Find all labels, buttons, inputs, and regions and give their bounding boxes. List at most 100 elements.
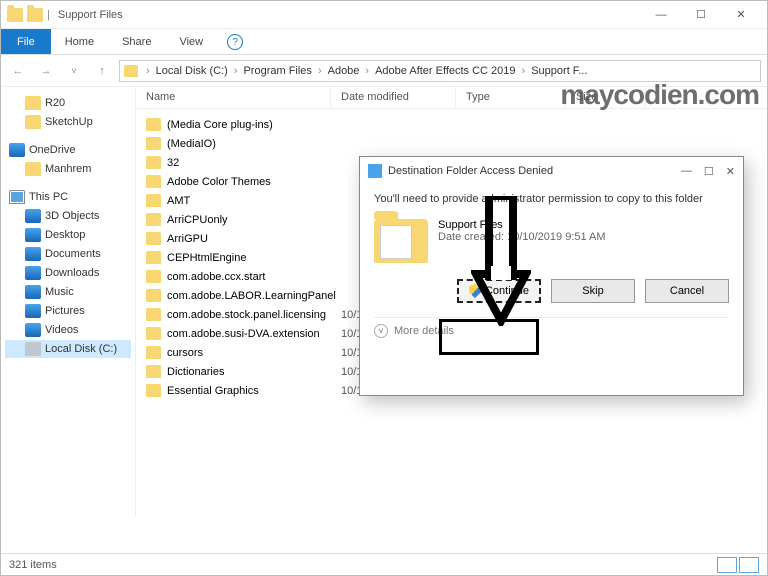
tree-label: Videos xyxy=(45,324,78,336)
tab-file[interactable]: File xyxy=(1,29,51,54)
back-button[interactable]: ← xyxy=(7,60,29,82)
more-details-toggle[interactable]: ˅ More details xyxy=(374,317,729,344)
file-name: 32 xyxy=(167,157,179,169)
chevron-right-icon: › xyxy=(232,65,240,77)
recent-dropdown[interactable]: ˅ xyxy=(63,60,85,82)
col-name[interactable]: Name xyxy=(136,87,331,108)
navigation-tree[interactable]: R20 SketchUp OneDrive Manhrem This PC 3D… xyxy=(1,87,136,517)
tree-item-videos[interactable]: Videos xyxy=(5,321,131,339)
breadcrumb[interactable]: Program Files xyxy=(241,65,313,77)
up-button[interactable]: ↑ xyxy=(91,60,113,82)
folder-icon xyxy=(146,175,161,188)
titlebar: | Support Files — ☐ ✕ xyxy=(1,1,767,29)
tree-label: OneDrive xyxy=(29,144,75,156)
tree-item-manhrem[interactable]: Manhrem xyxy=(5,160,131,178)
tree-item-downloads[interactable]: Downloads xyxy=(5,264,131,282)
file-name: com.adobe.ccx.start xyxy=(167,271,265,283)
tree-item-sketchup[interactable]: SketchUp xyxy=(5,113,131,131)
tab-share[interactable]: Share xyxy=(108,29,165,54)
folder-icon xyxy=(124,65,138,77)
help-icon[interactable]: ? xyxy=(227,34,243,50)
tree-label: Desktop xyxy=(45,229,85,241)
file-name: (Media Core plug-ins) xyxy=(167,119,273,131)
watermark: maycodien.com xyxy=(560,79,759,111)
tree-item-localdisk[interactable]: Local Disk (C:) xyxy=(5,340,131,358)
folder-icon xyxy=(146,194,161,207)
breadcrumb[interactable]: Adobe After Effects CC 2019 xyxy=(373,65,517,77)
minimize-button[interactable]: — xyxy=(641,2,681,28)
breadcrumb[interactable]: Support F... xyxy=(529,65,589,77)
skip-button[interactable]: Skip xyxy=(551,279,635,303)
dialog-folder-name: Support Files xyxy=(438,219,606,231)
icons-view-button[interactable] xyxy=(739,557,759,573)
folder-icon xyxy=(146,232,161,245)
tree-item-onedrive[interactable]: OneDrive xyxy=(5,141,131,159)
file-name: (MediaIO) xyxy=(167,138,216,150)
table-row[interactable]: (MediaIO) xyxy=(136,134,767,153)
continue-button[interactable]: Continue xyxy=(457,279,541,303)
dialog-close-button[interactable]: ✕ xyxy=(726,165,735,178)
tree-label: Local Disk (C:) xyxy=(45,343,117,355)
col-date[interactable]: Date modified xyxy=(331,87,456,108)
file-name: CEPHtmlEngine xyxy=(167,252,246,264)
pc-icon xyxy=(9,190,25,204)
tree-item-documents[interactable]: Documents xyxy=(5,245,131,263)
button-label: Skip xyxy=(582,285,603,297)
pictures-icon xyxy=(25,304,41,318)
file-name: ArriGPU xyxy=(167,233,208,245)
folder-icon xyxy=(146,289,161,302)
tree-label: Downloads xyxy=(45,267,99,279)
tree-item-music[interactable]: Music xyxy=(5,283,131,301)
forward-button[interactable]: → xyxy=(35,60,57,82)
shield-icon xyxy=(469,284,481,298)
close-button[interactable]: ✕ xyxy=(721,2,761,28)
table-row[interactable]: (Media Core plug-ins) xyxy=(136,115,767,134)
button-label: Continue xyxy=(485,285,529,297)
breadcrumb[interactable]: Local Disk (C:) xyxy=(154,65,230,77)
file-name: com.adobe.stock.panel.licensing xyxy=(167,309,326,321)
chevron-down-icon: ˅ xyxy=(374,324,388,338)
dialog-maximize-button[interactable]: ☐ xyxy=(704,165,714,178)
chevron-right-icon: › xyxy=(144,65,152,77)
tree-item-3dobjects[interactable]: 3D Objects xyxy=(5,207,131,225)
dialog-buttons: Continue Skip Cancel xyxy=(374,279,729,303)
tree-item-thispc[interactable]: This PC xyxy=(5,188,131,206)
chevron-right-icon: › xyxy=(363,65,371,77)
maximize-button[interactable]: ☐ xyxy=(681,2,721,28)
folder-icon xyxy=(146,270,161,283)
folder-icon xyxy=(146,327,161,340)
folder-icon xyxy=(146,365,161,378)
disk-icon xyxy=(25,342,41,356)
tab-view[interactable]: View xyxy=(165,29,217,54)
dialog-icon xyxy=(368,164,382,178)
tree-label: Pictures xyxy=(45,305,85,317)
folder-icon xyxy=(374,219,428,263)
dialog-titlebar: Destination Folder Access Denied — ☐ ✕ xyxy=(360,157,743,185)
documents-icon xyxy=(25,247,41,261)
dialog-minimize-button[interactable]: — xyxy=(681,165,692,178)
col-type[interactable]: Type xyxy=(456,87,566,108)
button-label: Cancel xyxy=(670,285,704,297)
tab-home[interactable]: Home xyxy=(51,29,108,54)
folder-icon xyxy=(146,213,161,226)
tree-item-desktop[interactable]: Desktop xyxy=(5,226,131,244)
cancel-button[interactable]: Cancel xyxy=(645,279,729,303)
dialog-message: You'll need to provide administrator per… xyxy=(374,193,729,205)
tree-label: 3D Objects xyxy=(45,210,99,222)
window-title: Support Files xyxy=(58,9,123,21)
folder-icon xyxy=(146,384,161,397)
dialog-folder-date: Date created: 10/10/2019 9:51 AM xyxy=(438,231,606,243)
tree-item-r20[interactable]: R20 xyxy=(5,94,131,112)
file-name: Adobe Color Themes xyxy=(167,176,271,188)
ribbon-tabs: File Home Share View ? xyxy=(1,29,767,55)
breadcrumb[interactable]: Adobe xyxy=(326,65,362,77)
tree-item-pictures[interactable]: Pictures xyxy=(5,302,131,320)
status-bar: 321 items xyxy=(1,553,767,575)
tree-label: Documents xyxy=(45,248,101,260)
details-view-button[interactable] xyxy=(717,557,737,573)
tree-label: Manhrem xyxy=(45,163,91,175)
dialog-title: Destination Folder Access Denied xyxy=(388,165,553,177)
downloads-icon xyxy=(25,266,41,280)
file-name: cursors xyxy=(167,347,203,359)
folder-icon xyxy=(146,251,161,264)
